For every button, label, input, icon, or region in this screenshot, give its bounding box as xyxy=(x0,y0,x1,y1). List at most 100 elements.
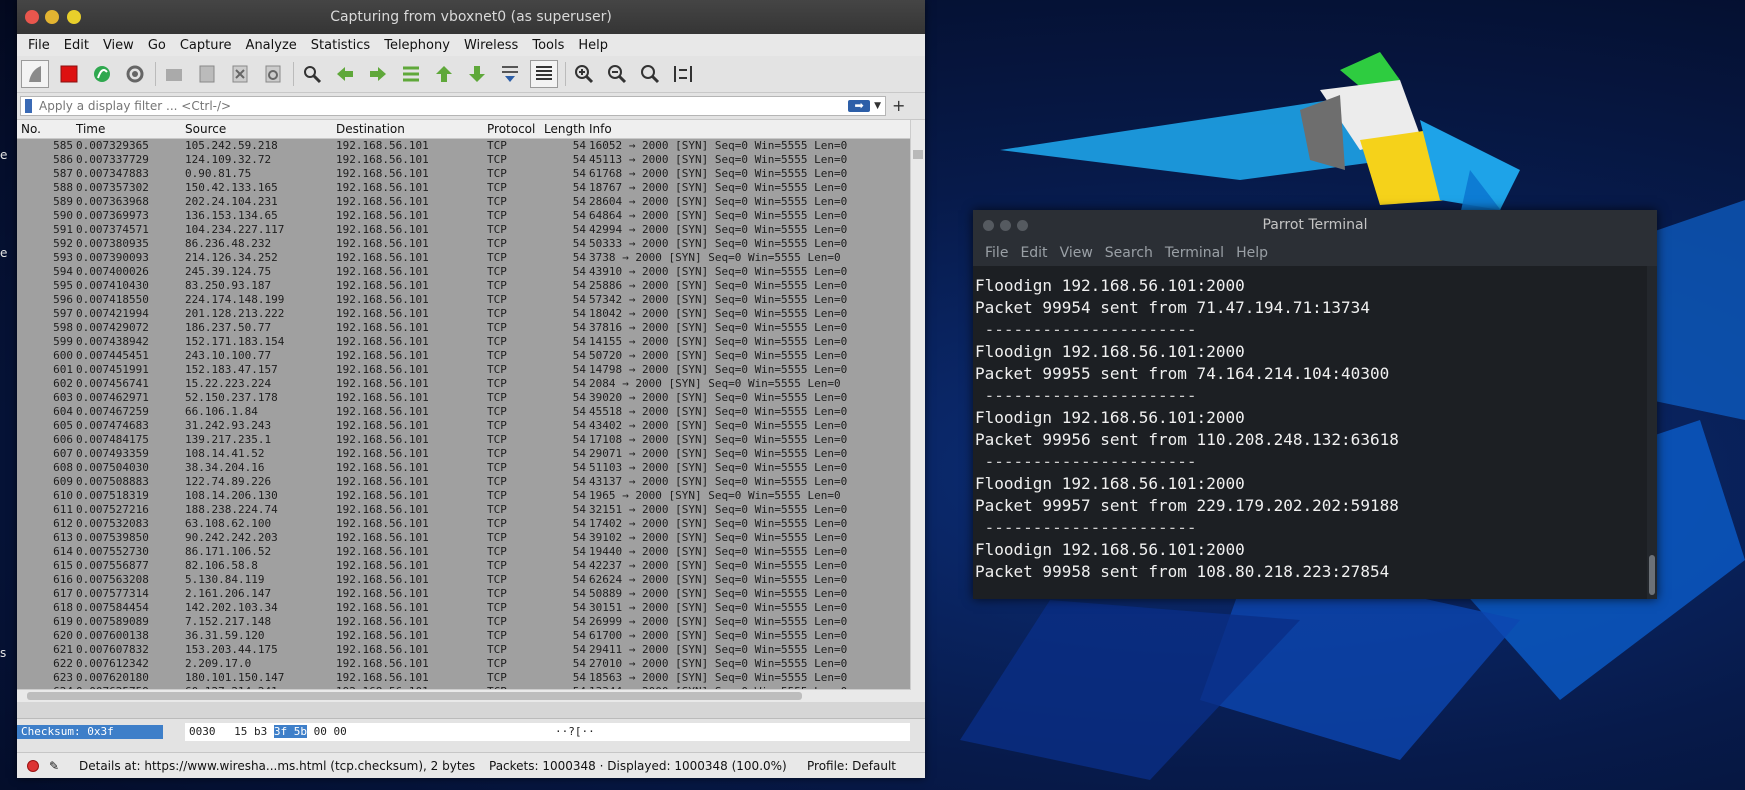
table-row[interactable]: 605 0.007474683 31.242.93.243 192.168.56.10… xyxy=(17,419,925,433)
go-forward-icon[interactable] xyxy=(365,61,391,87)
terminal-output[interactable]: ----------------------Floodign 192.168.5… xyxy=(973,266,1647,599)
table-row[interactable]: 589 0.007363968 202.24.104.231 192.168.56.1… xyxy=(17,195,925,209)
table-row[interactable]: 602 0.007456741 15.22.223.224 192.168.56.10… xyxy=(17,377,925,391)
table-row[interactable]: 617 0.007577314 2.161.206.147 192.168.56.10… xyxy=(17,587,925,601)
open-file-icon[interactable] xyxy=(161,61,187,87)
menu-edit[interactable]: Edit xyxy=(57,38,96,53)
packet-list-horizontal-scrollbar[interactable] xyxy=(17,689,911,702)
table-row[interactable]: 613 0.007539850 90.242.242.203 192.168.56.1… xyxy=(17,531,925,545)
bytes-pane[interactable]: 0030 15 b3 3f 5b 00 00 ··?[·· xyxy=(185,723,910,741)
bookmark-icon[interactable] xyxy=(25,99,32,113)
column-protocol[interactable]: Protocol xyxy=(487,122,535,136)
menu-view[interactable]: View xyxy=(1054,245,1099,261)
table-row[interactable]: 623 0.007620180 180.101.150.147 192.168.56.… xyxy=(17,671,925,685)
restart-capture-icon[interactable] xyxy=(89,61,115,87)
table-row[interactable]: 607 0.007493359 108.14.41.52 192.168.56.101… xyxy=(17,447,925,461)
scrollbar-thumb[interactable] xyxy=(1649,555,1655,595)
table-row[interactable]: 587 0.007347883 0.90.81.75 192.168.56.101 TC… xyxy=(17,167,925,181)
column-length[interactable]: Length xyxy=(544,122,585,136)
menu-help[interactable]: Help xyxy=(571,38,615,53)
display-filter-input[interactable] xyxy=(37,98,849,114)
table-row[interactable]: 592 0.007380935 86.236.48.232 192.168.56.10… xyxy=(17,237,925,251)
table-row[interactable]: 586 0.007337729 124.109.32.72 192.168.56.10… xyxy=(17,153,925,167)
go-first-packet-icon[interactable] xyxy=(431,61,457,87)
table-row[interactable]: 616 0.007563208 5.130.84.119 192.168.56.101… xyxy=(17,573,925,587)
menu-capture[interactable]: Capture xyxy=(173,38,239,53)
table-row[interactable]: 601 0.007451991 152.183.47.157 192.168.56.1… xyxy=(17,363,925,377)
table-row[interactable]: 619 0.007589089 7.152.217.148 192.168.56.10… xyxy=(17,615,925,629)
scrollbar-thumb[interactable] xyxy=(27,692,802,700)
chevron-down-icon[interactable]: ▼ xyxy=(874,101,881,111)
menu-analyze[interactable]: Analyze xyxy=(239,38,304,53)
zoom-out-icon[interactable] xyxy=(604,61,630,87)
table-row[interactable]: 594 0.007400026 245.39.124.75 192.168.56.10… xyxy=(17,265,925,279)
table-row[interactable]: 596 0.007418550 224.174.148.199 192.168.56.… xyxy=(17,293,925,307)
stop-capture-icon[interactable] xyxy=(56,61,82,87)
table-row[interactable]: 593 0.007390093 214.126.34.252 192.168.56.1… xyxy=(17,251,925,265)
menu-go[interactable]: Go xyxy=(141,38,173,53)
go-to-packet-icon[interactable] xyxy=(398,61,424,87)
column-destination[interactable]: Destination xyxy=(336,122,405,136)
table-row[interactable]: 595 0.007410430 83.250.93.187 192.168.56.10… xyxy=(17,279,925,293)
table-row[interactable]: 585 0.007329365 105.242.59.218 192.168.56.1… xyxy=(17,139,925,153)
resize-columns-icon[interactable] xyxy=(670,61,696,87)
menu-file[interactable]: File xyxy=(21,38,57,53)
go-last-packet-icon[interactable] xyxy=(464,61,490,87)
table-row[interactable]: 618 0.007584454 142.202.103.34 192.168.56.1… xyxy=(17,601,925,615)
menu-wireless[interactable]: Wireless xyxy=(457,38,525,53)
table-row[interactable]: 609 0.007508883 122.74.89.226 192.168.56.10… xyxy=(17,475,925,489)
find-packet-icon[interactable] xyxy=(299,61,325,87)
table-row[interactable]: 599 0.007438942 152.171.183.154 192.168.56.… xyxy=(17,335,925,349)
terminal-scrollbar[interactable] xyxy=(1647,266,1657,599)
zoom-in-icon[interactable] xyxy=(571,61,597,87)
table-row[interactable]: 604 0.007467259 66.106.1.84 192.168.56.101 T… xyxy=(17,405,925,419)
menu-telephony[interactable]: Telephony xyxy=(377,38,457,53)
packet-list-vertical-scrollbar[interactable] xyxy=(910,120,925,702)
close-file-icon[interactable] xyxy=(227,61,253,87)
apply-filter-arrow-icon[interactable]: ➡ xyxy=(848,100,871,112)
capture-running-icon[interactable] xyxy=(27,760,39,772)
table-row[interactable]: 598 0.007429072 186.237.50.77 192.168.56.10… xyxy=(17,321,925,335)
table-row[interactable]: 610 0.007518319 108.14.206.130 192.168.56.1… xyxy=(17,489,925,503)
window-titlebar[interactable]: Capturing from vboxnet0 (as superuser) xyxy=(17,0,925,34)
scrollbar-thumb[interactable] xyxy=(913,150,923,159)
table-row[interactable]: 615 0.007556877 82.106.58.8 192.168.56.101 T… xyxy=(17,559,925,573)
column-info[interactable]: Info xyxy=(589,122,612,136)
menu-help[interactable]: Help xyxy=(1230,245,1274,261)
menu-terminal[interactable]: Terminal xyxy=(1159,245,1230,261)
table-row[interactable]: 606 0.007484175 139.217.235.1 192.168.56.10… xyxy=(17,433,925,447)
table-row[interactable]: 603 0.007462971 52.150.237.178 192.168.56.1… xyxy=(17,391,925,405)
table-row[interactable]: 611 0.007527216 188.238.224.74 192.168.56.1… xyxy=(17,503,925,517)
table-row[interactable]: 622 0.007612342 2.209.17.0 192.168.56.101 TC… xyxy=(17,657,925,671)
reload-file-icon[interactable] xyxy=(260,61,286,87)
table-row[interactable]: 597 0.007421994 201.128.213.222 192.168.56.… xyxy=(17,307,925,321)
column-source[interactable]: Source xyxy=(185,122,226,136)
table-row[interactable]: 614 0.007552730 86.171.106.52 192.168.56.10… xyxy=(17,545,925,559)
edit-comment-icon[interactable]: ✎ xyxy=(49,759,59,773)
save-file-icon[interactable] xyxy=(194,61,220,87)
table-row[interactable]: 588 0.007357302 150.42.133.165 192.168.56.1… xyxy=(17,181,925,195)
table-row[interactable]: 600 0.007445451 243.10.100.77 192.168.56.10… xyxy=(17,349,925,363)
column-time[interactable]: Time xyxy=(76,122,105,136)
autoscroll-icon[interactable] xyxy=(497,61,523,87)
column-no[interactable]: No. xyxy=(21,122,41,136)
menu-edit[interactable]: Edit xyxy=(1014,245,1053,261)
start-capture-icon[interactable] xyxy=(21,60,49,88)
table-row[interactable]: 608 0.007504030 38.34.204.16 192.168.56.101… xyxy=(17,461,925,475)
table-row[interactable]: 591 0.007374571 104.234.227.117 192.168.56.… xyxy=(17,223,925,237)
add-filter-button[interactable]: + xyxy=(892,96,905,115)
menu-view[interactable]: View xyxy=(96,38,141,53)
zoom-normal-icon[interactable] xyxy=(637,61,663,87)
table-row[interactable]: 590 0.007369973 136.153.134.65 192.168.56.1… xyxy=(17,209,925,223)
colorize-icon[interactable] xyxy=(530,60,558,88)
detail-selected-field[interactable]: Checksum: 0x3f xyxy=(17,725,163,739)
table-row[interactable]: 621 0.007607832 153.203.44.175 192.168.56.1… xyxy=(17,643,925,657)
table-row[interactable]: 612 0.007532083 63.108.62.100 192.168.56.10… xyxy=(17,517,925,531)
table-row[interactable]: 620 0.007600138 36.31.59.120 192.168.56.101… xyxy=(17,629,925,643)
menu-tools[interactable]: Tools xyxy=(525,38,571,53)
menu-statistics[interactable]: Statistics xyxy=(304,38,377,53)
go-back-icon[interactable] xyxy=(332,61,358,87)
menu-search[interactable]: Search xyxy=(1099,245,1159,261)
status-profile[interactable]: Profile: Default xyxy=(807,759,896,773)
menu-file[interactable]: File xyxy=(979,245,1014,261)
